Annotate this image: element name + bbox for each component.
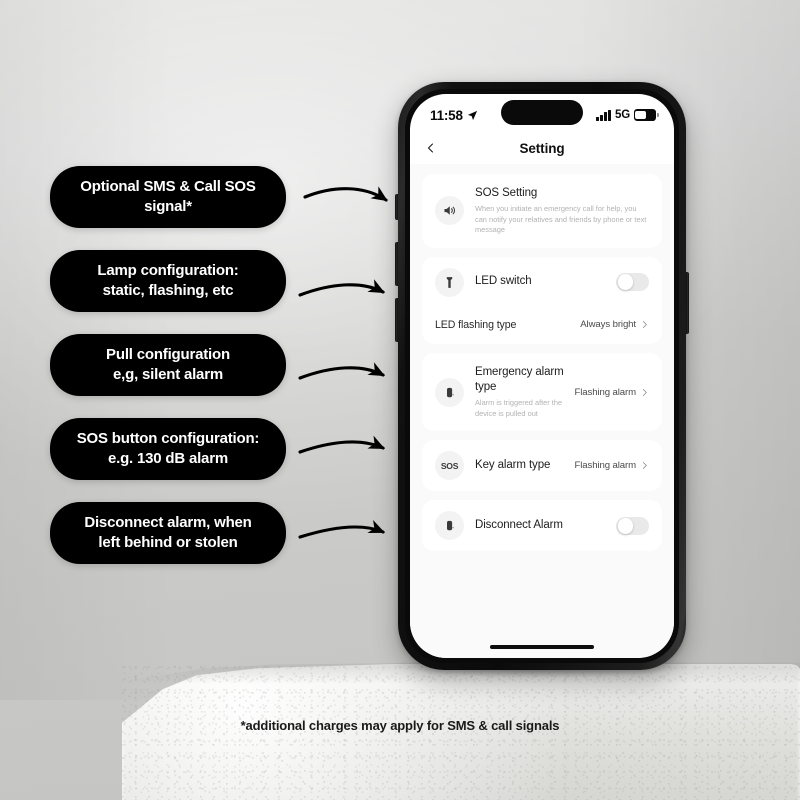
callout-line-1: Pull configuration (106, 346, 230, 364)
arrow-2 (298, 279, 385, 297)
flashlight-icon-glyph (446, 276, 453, 288)
chevron-right-icon-glyph (642, 462, 647, 470)
settings-row-body: Key alarm type (475, 458, 568, 474)
power-button[interactable] (686, 272, 689, 334)
flashlight-icon (435, 267, 464, 297)
settings-list: SOS Setting When you initiate an emergen… (410, 164, 674, 658)
status-bar: 11:58 5G (410, 94, 674, 132)
chevron-left-icon (428, 143, 433, 153)
volume-up-button[interactable] (395, 242, 398, 286)
settings-row-title: LED switch (475, 275, 532, 288)
toggle-knob (617, 518, 633, 534)
settings-row-value: Always bright (580, 319, 636, 331)
callout-line-2: signal* (144, 198, 192, 215)
settings-row-value: Flashing alarm (574, 460, 636, 472)
settings-card-key-alarm-type[interactable]: SOS Key alarm type Flashing alarm (422, 440, 662, 492)
chevron-right-icon-glyph (642, 321, 647, 329)
arrow-5 (298, 520, 386, 539)
home-indicator[interactable] (490, 645, 594, 649)
status-time-label: 11:58 (430, 107, 463, 123)
callout-pull-configuration: Pull configuration e,g, silent alarm (50, 334, 286, 396)
chevron-right-icon (640, 388, 649, 397)
disconnect-alarm-toggle[interactable] (616, 516, 649, 536)
device-icon-glyph (447, 387, 454, 397)
settings-row-led-flashing-type[interactable]: LED flashing type Always bright (422, 308, 662, 344)
product-photo-scene: 11:58 5G Setting SOS Setting When you in… (0, 0, 800, 800)
device-icon (435, 377, 464, 407)
battery-fill (635, 110, 647, 120)
settings-row-body: SOS Setting When you initiate an emergen… (475, 186, 649, 236)
silent-switch-button[interactable] (395, 194, 398, 220)
settings-row-emergency-alarm-type[interactable]: Emergency alarm type Alarm is triggered … (422, 353, 662, 432)
footnote-text: *additional charges may apply for SMS & … (240, 718, 560, 733)
settings-row-title: Emergency alarm type (475, 365, 564, 394)
network-type-label: 5G (615, 109, 630, 121)
callout-lamp-configuration: Lamp configuration: static, flashing, et… (50, 250, 286, 312)
settings-row-subtitle: Alarm is triggered after the device is p… (475, 398, 563, 418)
settings-row-title: Disconnect Alarm (475, 519, 563, 532)
sos-badge-label: SOS (440, 460, 459, 471)
settings-card-led[interactable]: LED switch LED flashing type Always brig… (422, 256, 662, 344)
callout-line-2: left behind or stolen (98, 534, 238, 551)
settings-row-body: LED switch (475, 274, 610, 290)
callout-sos-button-configuration: SOS button configuration: e.g. 130 dB al… (50, 418, 286, 480)
settings-row-subtitle: When you initiate an emergency call for … (475, 204, 647, 235)
settings-row-led-switch[interactable]: LED switch (422, 257, 662, 308)
signal-bars-icon (596, 109, 612, 121)
settings-card-emergency-alarm-type[interactable]: Emergency alarm type Alarm is triggered … (422, 352, 662, 432)
settings-row-body: Emergency alarm type Alarm is triggered … (475, 365, 568, 420)
settings-row-title: SOS Setting (475, 187, 538, 199)
settings-card-disconnect-alarm[interactable]: Disconnect Alarm (422, 500, 662, 552)
arrow-3 (298, 362, 385, 380)
back-button[interactable] (424, 141, 438, 155)
device-icon (435, 511, 464, 541)
volume-down-button[interactable] (395, 298, 398, 342)
callout-line-2: e,g, silent alarm (113, 366, 223, 383)
dynamic-island (501, 100, 583, 125)
settings-card-sos-setting[interactable]: SOS Setting When you initiate an emergen… (422, 174, 662, 248)
smartphone-device: 11:58 5G Setting SOS Setting When you in… (395, 82, 689, 670)
callout-disconnect-alarm: Disconnect alarm, when left behind or st… (50, 502, 286, 564)
settings-row-title: Key alarm type (475, 459, 551, 472)
callout-line-2: e.g. 130 dB alarm (107, 450, 228, 467)
arrow-4 (298, 435, 386, 454)
chevron-right-icon (640, 320, 649, 329)
page-title: Setting (519, 140, 565, 156)
settings-row-disconnect-alarm[interactable]: Disconnect Alarm (422, 500, 662, 551)
settings-row-key-alarm-type[interactable]: SOS Key alarm type Flashing alarm (422, 440, 662, 491)
status-bar-left: 11:58 (430, 108, 478, 123)
status-bar-right: 5G (596, 109, 659, 121)
speaker-icon (435, 196, 464, 226)
callout-line-1: Disconnect alarm, when (84, 514, 252, 532)
phone-screen: 11:58 5G Setting SOS Setting When you in… (410, 94, 674, 658)
arrow-1 (303, 186, 388, 202)
battery-icon (634, 109, 659, 121)
callout-line-1: Lamp configuration: (97, 262, 239, 280)
device-icon-glyph (447, 521, 454, 531)
sos-badge-icon: SOS (435, 451, 464, 481)
settings-row-sos-setting[interactable]: SOS Setting When you initiate an emergen… (422, 174, 662, 248)
settings-row-value: Flashing alarm (574, 386, 636, 398)
settings-row-title: LED flashing type (435, 318, 517, 331)
callout-line-1: SOS button configuration: (76, 430, 260, 448)
led-switch-toggle[interactable] (616, 272, 649, 292)
settings-row-body: Disconnect Alarm (475, 518, 610, 534)
settings-row-body: LED flashing type (435, 318, 574, 332)
chevron-right-icon-glyph (642, 388, 647, 396)
callout-line-1: Optional SMS & Call SOS (80, 178, 256, 196)
toggle-knob (617, 274, 633, 290)
speaker-icon-glyph (444, 206, 456, 216)
navigation-bar: Setting (410, 132, 674, 164)
callout-sms-call-sos: Optional SMS & Call SOS signal* (50, 166, 286, 228)
chevron-right-icon (640, 461, 649, 470)
callout-line-2: static, flashing, etc (102, 282, 234, 299)
location-arrow-icon (467, 110, 477, 120)
